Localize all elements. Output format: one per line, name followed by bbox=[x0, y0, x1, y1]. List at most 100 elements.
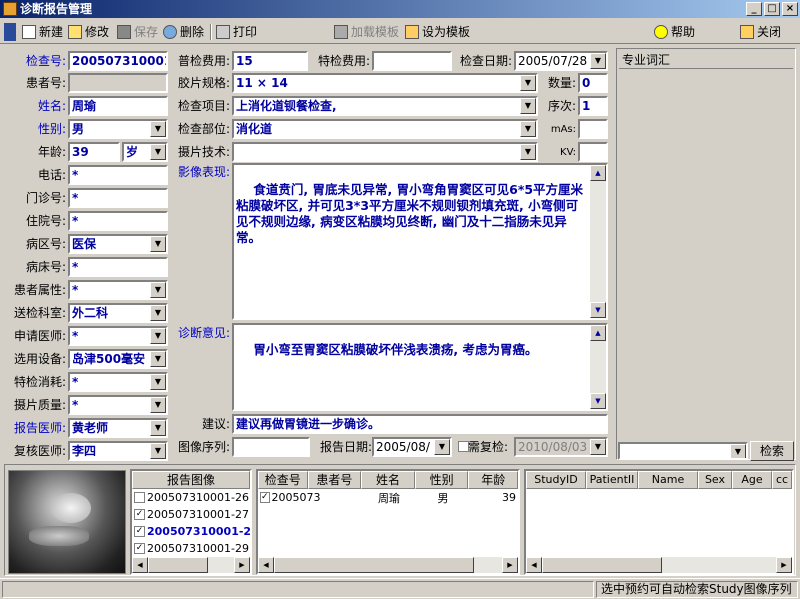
row-checkbox[interactable]: ✓ bbox=[260, 492, 270, 503]
scroll-down-icon[interactable]: ▼ bbox=[590, 302, 606, 318]
col-study-cc[interactable]: cc bbox=[772, 471, 792, 489]
chevron-down-icon[interactable]: ▼ bbox=[590, 53, 606, 69]
col-patient-no[interactable]: 患者号 bbox=[307, 471, 362, 489]
device-select[interactable]: 岛津500毫安 ▼ bbox=[68, 349, 168, 369]
col-patient-id[interactable]: PatientII bbox=[586, 471, 638, 489]
scroll-thumb[interactable] bbox=[542, 557, 662, 573]
xray-thumbnail[interactable] bbox=[8, 470, 126, 574]
col-sex[interactable]: 性别 bbox=[414, 471, 469, 489]
search-button[interactable]: 检索 bbox=[750, 441, 794, 461]
scroll-right-icon[interactable]: ▶ bbox=[776, 557, 792, 573]
image-checkbox[interactable]: ✓ bbox=[134, 526, 145, 537]
quality-select[interactable]: * ▼ bbox=[68, 395, 168, 415]
patient-no-field[interactable] bbox=[68, 73, 168, 93]
special-fee-field[interactable] bbox=[372, 51, 452, 71]
chevron-down-icon[interactable]: ▼ bbox=[150, 374, 166, 390]
close-window-button[interactable]: × bbox=[782, 2, 798, 16]
chevron-down-icon[interactable]: ▼ bbox=[150, 282, 166, 298]
list-item[interactable]: ✓200507310001-29.jpg bbox=[132, 540, 250, 557]
scroll-down-icon[interactable]: ▼ bbox=[590, 393, 606, 409]
scroll-thumb[interactable] bbox=[148, 557, 208, 573]
kv-field[interactable] bbox=[578, 142, 608, 162]
report-images-list[interactable]: 报告图像 200507310001-26.jpg ✓200507310001-2… bbox=[130, 469, 252, 575]
chevron-down-icon[interactable]: ▼ bbox=[150, 420, 166, 436]
list-item-selected[interactable]: ✓ 200507310001-28. bbox=[132, 523, 250, 540]
advice-field[interactable]: 建议再做胃镜进一步确诊。 bbox=[232, 414, 608, 434]
inpatient-field[interactable]: * bbox=[68, 211, 168, 231]
col-study-age[interactable]: Age bbox=[732, 471, 772, 489]
study-hscrollbar[interactable]: ◀ ▶ bbox=[526, 557, 792, 573]
chevron-down-icon[interactable]: ▼ bbox=[150, 351, 166, 367]
part-select[interactable]: 消化道 ▼ bbox=[232, 119, 538, 139]
exam-date-select[interactable]: 2005/07/28 ▼ bbox=[514, 51, 608, 71]
list-item[interactable]: ✓200507310001-27.jpg bbox=[132, 506, 250, 523]
images-hscrollbar[interactable]: ◀ ▶ bbox=[132, 557, 250, 573]
seqimg-field[interactable] bbox=[232, 437, 310, 457]
image-checkbox[interactable]: ✓ bbox=[134, 509, 145, 520]
chevron-down-icon[interactable]: ▼ bbox=[150, 397, 166, 413]
mas-field[interactable] bbox=[578, 119, 608, 139]
chevron-down-icon[interactable]: ▼ bbox=[150, 305, 166, 321]
exam-no-field[interactable]: 200507310001 bbox=[68, 51, 168, 71]
review-doc-select[interactable]: 李四 ▼ bbox=[68, 441, 168, 461]
chevron-down-icon[interactable]: ▼ bbox=[150, 121, 166, 137]
scroll-right-icon[interactable]: ▶ bbox=[502, 557, 518, 573]
maximize-button[interactable]: □ bbox=[764, 2, 780, 16]
recheck-date-select[interactable]: 2010/08/03 ▼ bbox=[514, 437, 608, 457]
age-unit-select[interactable]: 岁 ▼ bbox=[122, 142, 168, 162]
col-age[interactable]: 年龄 bbox=[468, 471, 518, 489]
chevron-down-icon[interactable]: ▼ bbox=[150, 144, 166, 160]
age-field[interactable]: 39 bbox=[68, 142, 120, 162]
scroll-up-icon[interactable]: ▲ bbox=[590, 165, 606, 181]
consumable-select[interactable]: * ▼ bbox=[68, 372, 168, 392]
image-checkbox[interactable]: ✓ bbox=[134, 543, 145, 554]
diagnosis-textarea[interactable]: 胃小弯至胃窦区粘膜破坏伴浅表溃疡, 考虑为胃癌。 ▲ ▼ bbox=[232, 323, 608, 411]
save-button[interactable]: 保存 bbox=[117, 23, 158, 41]
scroll-left-icon[interactable]: ◀ bbox=[258, 557, 274, 573]
phone-field[interactable]: * bbox=[68, 165, 168, 185]
chevron-down-icon[interactable]: ▼ bbox=[150, 328, 166, 344]
findings-textarea[interactable]: 食道贲门, 胃底未见异常, 胃小弯角胃窦区可见6*5平方厘米粘膜破坏区, 并可见… bbox=[232, 163, 608, 320]
chevron-down-icon[interactable]: ▼ bbox=[730, 444, 746, 458]
report-date-select[interactable]: 2005/08/ ▼ bbox=[372, 437, 452, 457]
scroll-right-icon[interactable]: ▶ bbox=[234, 557, 250, 573]
chevron-down-icon[interactable]: ▼ bbox=[520, 75, 536, 91]
name-field[interactable]: 周瑜 bbox=[68, 96, 168, 116]
print-button[interactable]: 打印 bbox=[216, 23, 257, 41]
chevron-down-icon[interactable]: ▼ bbox=[520, 144, 536, 160]
bed-field[interactable]: * bbox=[68, 257, 168, 277]
scroll-left-icon[interactable]: ◀ bbox=[526, 557, 542, 573]
fee-field[interactable]: 15 bbox=[232, 51, 308, 71]
image-checkbox[interactable] bbox=[134, 492, 145, 503]
chevron-down-icon[interactable]: ▼ bbox=[150, 236, 166, 252]
close-button[interactable]: 关闭 bbox=[740, 23, 781, 41]
chevron-down-icon[interactable]: ▼ bbox=[590, 439, 606, 455]
edit-button[interactable]: 修改 bbox=[68, 23, 109, 41]
col-study-id[interactable]: StudyID bbox=[526, 471, 586, 489]
help-button[interactable]: 帮助 bbox=[654, 23, 695, 41]
study-table[interactable]: StudyID PatientII Name Sex Age cc ◀ ▶ bbox=[524, 469, 794, 575]
exam-table[interactable]: 检查号 患者号 姓名 性别 年龄 ✓ 2005073 周瑜 男 39 ◀ ▶ bbox=[256, 469, 520, 575]
set-template-button[interactable]: 设为模板 bbox=[405, 23, 470, 41]
col-name[interactable]: 姓名 bbox=[361, 471, 415, 489]
col-study-name[interactable]: Name bbox=[638, 471, 698, 489]
table-row[interactable]: ✓ 2005073 周瑜 男 39 bbox=[258, 489, 518, 506]
vocab-search-select[interactable]: ▼ bbox=[618, 442, 748, 460]
chevron-down-icon[interactable]: ▼ bbox=[434, 439, 450, 455]
ward-select[interactable]: 医保 ▼ bbox=[68, 234, 168, 254]
qty-field[interactable]: 0 bbox=[578, 73, 608, 93]
tech-select[interactable]: ▼ bbox=[232, 142, 538, 162]
col-study-sex[interactable]: Sex bbox=[698, 471, 732, 489]
load-template-button[interactable]: 加载模板 bbox=[334, 23, 399, 41]
scroll-left-icon[interactable]: ◀ bbox=[132, 557, 148, 573]
scroll-up-icon[interactable]: ▲ bbox=[590, 325, 606, 341]
new-button[interactable]: 新建 bbox=[22, 23, 63, 41]
attr-select[interactable]: * ▼ bbox=[68, 280, 168, 300]
col-exam-no[interactable]: 检查号 bbox=[258, 471, 308, 489]
delete-button[interactable]: 删除 bbox=[163, 23, 204, 41]
minimize-button[interactable]: _ bbox=[746, 2, 762, 16]
chevron-down-icon[interactable]: ▼ bbox=[520, 98, 536, 114]
dept-select[interactable]: 外二科 ▼ bbox=[68, 303, 168, 323]
chevron-down-icon[interactable]: ▼ bbox=[520, 121, 536, 137]
diagnosis-scrollbar[interactable]: ▲ ▼ bbox=[590, 325, 606, 409]
